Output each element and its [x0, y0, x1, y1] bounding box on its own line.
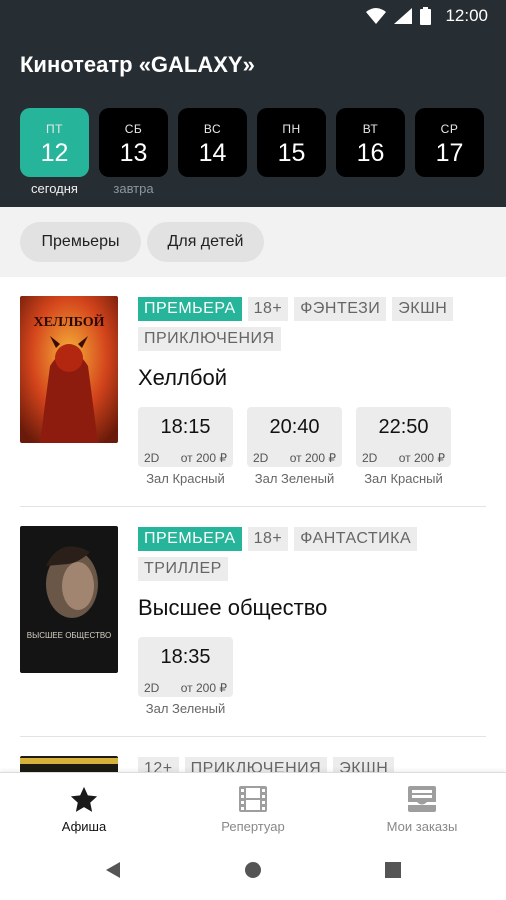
movie-tags: 12+ ПРИКЛЮЧЕНИЯ ЭКШН	[138, 757, 478, 772]
showtime-price: от 200 ₽	[180, 681, 227, 695]
showtime-item[interactable]: 18:15 2D от 200 ₽ Зал Красный	[138, 407, 233, 486]
tag-genre: ФАНТАСТИКА	[294, 527, 418, 551]
signal-icon	[394, 8, 413, 24]
filter-chip-kids[interactable]: Для детей	[147, 222, 264, 262]
movie-poster[interactable]: ХЕЛЛБОЙ	[20, 296, 118, 443]
movie-poster[interactable]: ВЫСШЕЕ ОБЩЕСТВО	[20, 526, 118, 673]
showtime-price: от 200 ₽	[180, 451, 227, 465]
movie-card-partial: 12+ ПРИКЛЮЧЕНИЯ ЭКШН	[0, 737, 506, 772]
showtime-hall: Зал Зеленый	[145, 701, 226, 716]
date-caption-tomorrow: завтра	[113, 181, 154, 196]
showtime-hall: Зал Зеленый	[254, 471, 335, 486]
nav-item-orders[interactable]: Мои заказы	[338, 773, 506, 843]
back-icon[interactable]	[104, 860, 122, 880]
film-icon	[239, 786, 267, 812]
date-picker: ПТ 12 СБ 13 ВС 14 ПН 15 ВТ 16 СР 17	[20, 108, 484, 177]
tag-premiere: ПРЕМЬЕРА	[138, 297, 242, 321]
date-num: 13	[119, 139, 148, 167]
tag-genre: ЭКШН	[392, 297, 454, 321]
showtime-time: 18:35	[160, 646, 211, 668]
showtime-item[interactable]: 18:35 2D от 200 ₽ Зал Зеленый	[138, 637, 233, 716]
date-num: 15	[277, 139, 306, 167]
date-dow: ВТ	[362, 122, 379, 136]
movie-tags: ПРЕМЬЕРА 18+ ФАНТАСТИКА ТРИЛЛЕР	[138, 527, 478, 581]
recents-icon[interactable]	[385, 862, 401, 878]
tag-age: 18+	[247, 297, 289, 321]
date-dow: СР	[440, 122, 459, 136]
tag-genre: ФЭНТЕЗИ	[294, 297, 387, 321]
inbox-icon	[408, 786, 436, 812]
movie-title[interactable]: Высшее общество	[138, 595, 327, 621]
date-num: 17	[435, 139, 464, 167]
tag-genre: ЭКШН	[333, 757, 395, 772]
showtime-hall: Зал Красный	[364, 471, 443, 486]
tag-genre: ТРИЛЛЕР	[138, 557, 228, 581]
star-icon	[70, 786, 98, 812]
showtime-hall: Зал Красный	[146, 471, 225, 486]
date-item-13[interactable]: СБ 13	[99, 108, 168, 177]
status-bar: 12:00	[0, 0, 506, 32]
date-num: 16	[356, 139, 385, 167]
movie-card-hellboy: ХЕЛЛБОЙ ПРЕМЬЕРА 18+ ФЭНТЕЗИ ЭКШН ПРИКЛЮ…	[0, 277, 506, 507]
movie-poster[interactable]	[20, 756, 118, 772]
tag-premiere: ПРЕМЬЕРА	[138, 527, 242, 551]
date-item-12[interactable]: ПТ 12	[20, 108, 89, 177]
date-num: 14	[198, 139, 227, 167]
showtime-time: 22:50	[378, 416, 429, 438]
status-time: 12:00	[445, 6, 488, 25]
date-item-15[interactable]: ПН 15	[257, 108, 326, 177]
showtimes: 18:35 2D от 200 ₽ Зал Зеленый	[138, 637, 233, 716]
showtime-format: 2D	[362, 451, 378, 465]
app-header: 12:00 Кинотеатр «GALAXY» ПТ 12 СБ 13 ВС …	[0, 0, 506, 207]
date-item-17[interactable]: СР 17	[415, 108, 484, 177]
movie-card-high-life: ВЫСШЕЕ ОБЩЕСТВО ПРЕМЬЕРА 18+ ФАНТАСТИКА …	[0, 507, 506, 737]
date-item-16[interactable]: ВТ 16	[336, 108, 405, 177]
bottom-navigation: Афиша Репертуар Мои заказы	[0, 772, 506, 842]
showtime-price: от 200 ₽	[398, 451, 445, 465]
battery-icon	[420, 7, 432, 25]
poster-title: ВЫСШЕЕ ОБЩЕСТВО	[27, 631, 111, 640]
filter-bar: Премьеры Для детей	[0, 207, 506, 277]
date-caption-today: сегодня	[31, 181, 78, 196]
nav-label: Мои заказы	[386, 819, 458, 834]
poster-title: ХЕЛЛБОЙ	[33, 313, 104, 330]
date-dow: СБ	[124, 122, 143, 136]
showtime-format: 2D	[144, 451, 160, 465]
date-num: 12	[40, 139, 69, 167]
showtime-price: от 200 ₽	[289, 451, 336, 465]
wifi-icon	[366, 8, 387, 24]
date-dow: ПТ	[46, 122, 63, 136]
date-item-14[interactable]: ВС 14	[178, 108, 247, 177]
date-dow: ПН	[282, 122, 301, 136]
showtime-item[interactable]: 22:50 2D от 200 ₽ Зал Красный	[356, 407, 451, 486]
high-life-poster-art: ВЫСШЕЕ ОБЩЕСТВО	[20, 526, 118, 673]
home-icon[interactable]	[243, 860, 263, 880]
tag-age: 12+	[138, 757, 179, 772]
showtimes: 18:15 2D от 200 ₽ Зал Красный 20:40 2D от …	[138, 407, 451, 486]
page-title: Кинотеатр «GALAXY»	[20, 52, 255, 77]
movie-tags: ПРЕМЬЕРА 18+ ФЭНТЕЗИ ЭКШН ПРИКЛЮЧЕНИЯ	[138, 297, 478, 351]
tag-genre: ПРИКЛЮЧЕНИЯ	[184, 757, 328, 772]
showtime-item[interactable]: 20:40 2D от 200 ₽ Зал Зеленый	[247, 407, 342, 486]
hellboy-poster-art: ХЕЛЛБОЙ	[20, 296, 118, 443]
showtime-time: 18:15	[160, 416, 211, 438]
showtime-format: 2D	[144, 681, 160, 695]
movie-title[interactable]: Хеллбой	[138, 365, 227, 391]
filter-chip-premieres[interactable]: Премьеры	[20, 222, 141, 262]
status-icons: 12:00	[366, 6, 488, 26]
tag-genre: ПРИКЛЮЧЕНИЯ	[138, 327, 281, 351]
date-dow: ВС	[203, 122, 222, 136]
system-navigation-bar	[0, 842, 506, 900]
nav-item-afisha[interactable]: Афиша	[0, 773, 168, 843]
showtime-time: 20:40	[269, 416, 320, 438]
showtime-format: 2D	[253, 451, 269, 465]
tag-age: 18+	[247, 527, 289, 551]
nav-label: Афиша	[61, 819, 107, 834]
nav-label: Репертуар	[221, 819, 285, 834]
nav-item-repertoire[interactable]: Репертуар	[169, 773, 337, 843]
